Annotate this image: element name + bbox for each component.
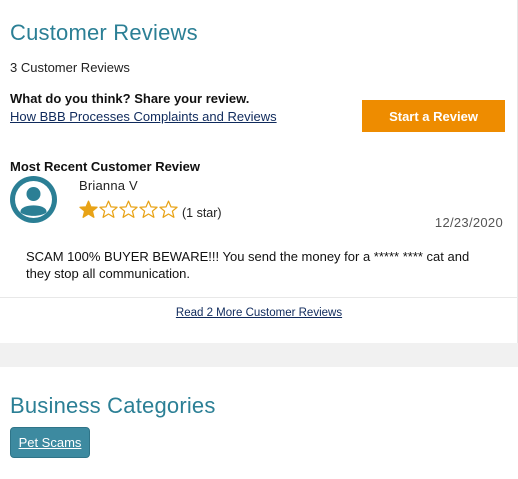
- reviewer-name: Brianna V: [79, 178, 138, 193]
- review-text: SCAM 100% BUYER BEWARE!!! You send the m…: [26, 249, 470, 281]
- business-categories-title: Business Categories: [10, 393, 216, 418]
- section-separator: [0, 343, 518, 367]
- start-review-button[interactable]: Start a Review: [362, 100, 505, 132]
- star-empty-icon: [139, 200, 158, 224]
- rating-text: (1 star): [182, 206, 222, 220]
- star-empty-icon: [119, 200, 138, 224]
- star-filled-icon: [79, 200, 98, 224]
- complaints-process-link[interactable]: How BBB Processes Complaints and Reviews: [10, 109, 280, 125]
- star-empty-icon: [159, 200, 178, 224]
- user-avatar-icon: [10, 176, 57, 223]
- read-more-reviews-link[interactable]: Read 2 More Customer Reviews: [0, 307, 518, 319]
- star-empty-icon: [99, 200, 118, 224]
- star-rating: [79, 200, 178, 224]
- category-tag-pet-scams[interactable]: Pet Scams: [10, 427, 90, 458]
- most-recent-review-heading: Most Recent Customer Review: [10, 159, 200, 174]
- review-count: 3 Customer Reviews: [10, 60, 130, 75]
- share-review-prompt: What do you think? Share your review.: [10, 91, 250, 106]
- divider: [0, 297, 518, 298]
- customer-reviews-title: Customer Reviews: [10, 20, 198, 45]
- customer-reviews-card: Customer Reviews 3 Customer Reviews What…: [0, 0, 518, 343]
- review-date: 12/23/2020: [434, 215, 503, 230]
